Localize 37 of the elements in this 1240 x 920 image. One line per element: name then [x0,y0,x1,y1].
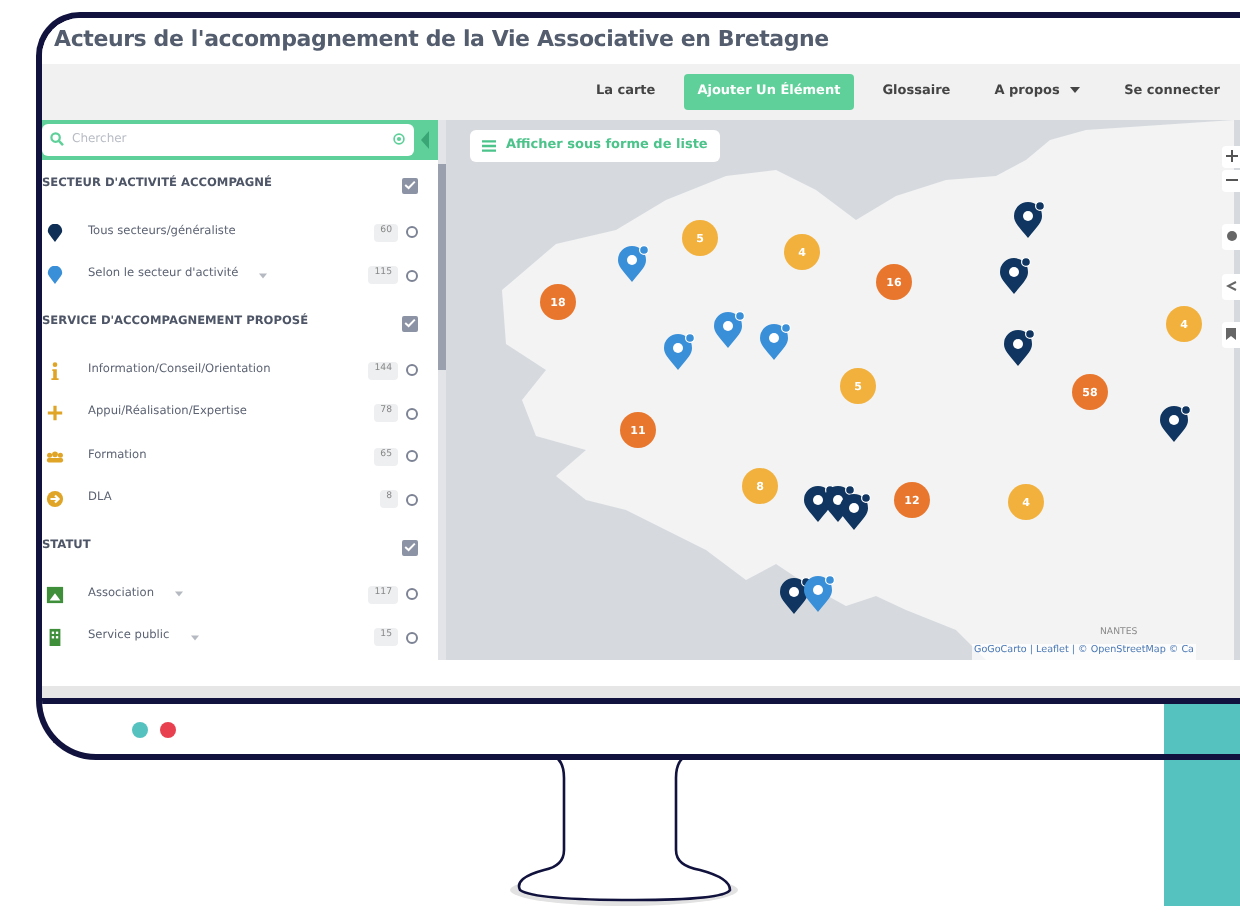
page-title: Acteurs de l'accompagnement de la Vie Associative en Bretagne [54,24,829,57]
plus-icon [1225,150,1237,163]
zoom-out-button[interactable] [1222,169,1240,192]
scrollbar-thumb[interactable] [438,163,446,370]
radio-button[interactable] [406,493,418,506]
section-checkbox[interactable] [402,177,418,194]
locate-icon[interactable] [392,132,406,147]
zoom-in-button[interactable] [1222,145,1240,168]
bookmark-button[interactable] [1222,321,1240,348]
radio-button[interactable] [406,407,418,420]
radio-button[interactable] [406,631,418,644]
bookmark-icon [1226,328,1236,341]
list-icon [482,139,496,152]
section-checkbox[interactable] [402,539,418,556]
caret-icon[interactable] [174,590,185,599]
map-pin-icon[interactable] [1004,328,1035,366]
map-pin-icon[interactable] [840,492,871,530]
indicator-light [132,721,148,737]
section-checkbox[interactable] [402,315,418,332]
radio-button[interactable] [406,226,418,239]
map-pin-icon[interactable] [1160,404,1191,442]
minus-icon [1225,178,1237,183]
caret-icon[interactable] [189,633,200,642]
indicator-light [160,721,176,737]
caret-icon[interactable] [258,271,269,280]
map-pin-icon[interactable] [804,574,835,612]
radio-button[interactable] [406,588,418,601]
share-button[interactable] [1222,273,1240,300]
map-pin-icon[interactable] [1014,200,1045,238]
share-icon [1225,280,1237,293]
radio-button[interactable] [406,450,418,463]
layers-button[interactable] [1222,223,1240,250]
radio-button[interactable] [406,269,418,282]
radio-button[interactable] [406,364,418,377]
caret-icon [1070,86,1081,95]
map-pin-icon[interactable] [1000,256,1031,294]
search-icon [50,132,64,147]
